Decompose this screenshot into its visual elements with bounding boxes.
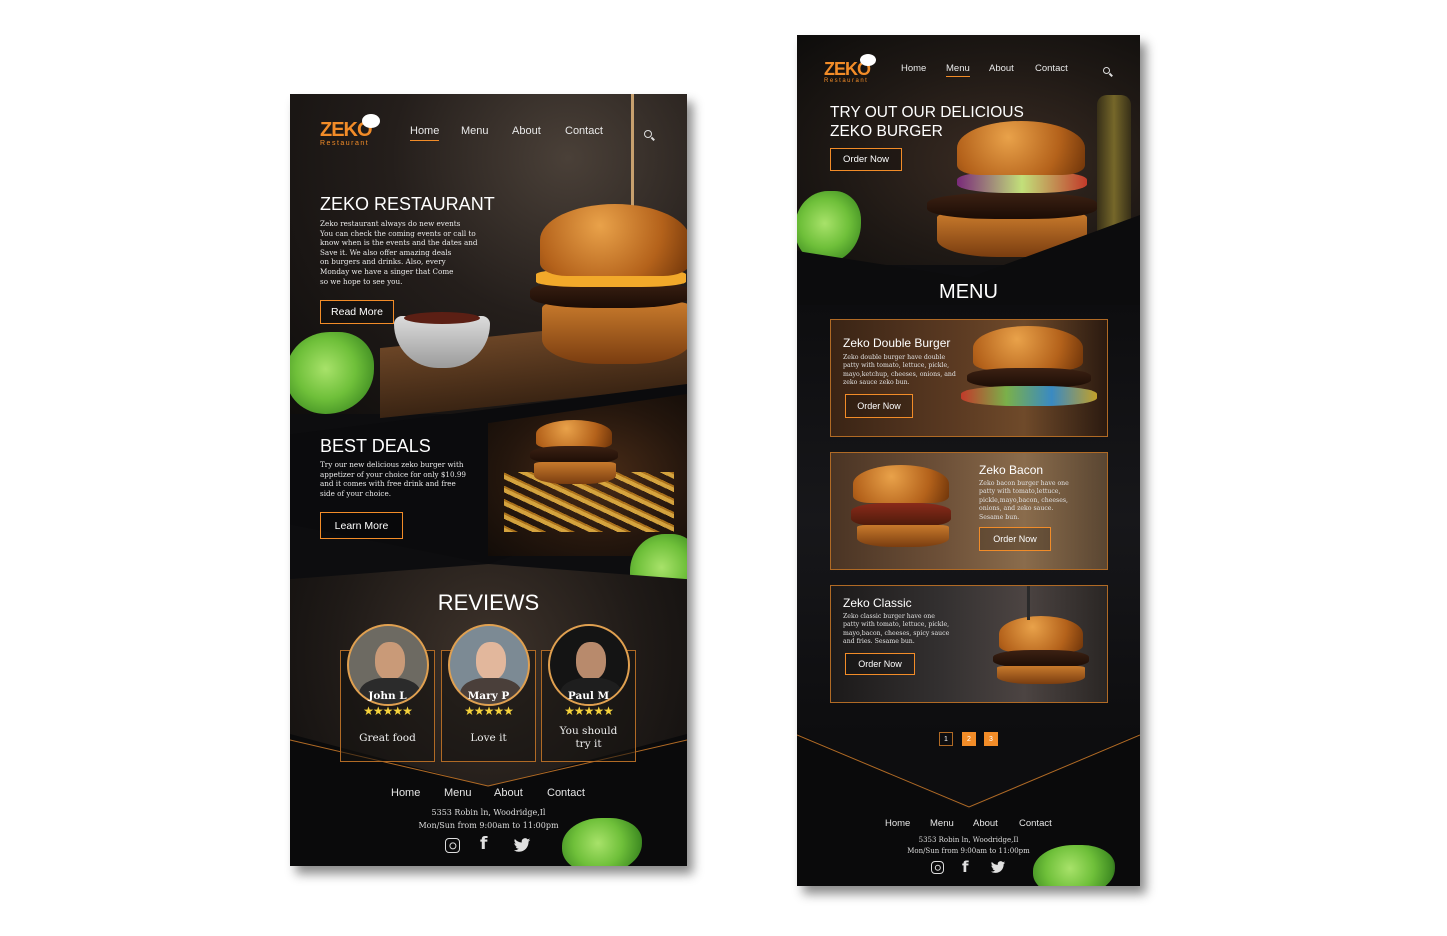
- deals-description: Try our new delicious zeko burger with a…: [320, 460, 466, 498]
- deals-burger-bottom: [534, 462, 616, 484]
- facebook-icon[interactable]: f: [480, 834, 487, 854]
- star-rating: ★★★★★: [363, 704, 413, 718]
- star-rating: ★★★★★: [464, 704, 514, 718]
- order-now-button[interactable]: Order Now: [845, 394, 913, 418]
- order-now-button[interactable]: Order Now: [979, 527, 1051, 551]
- review-text: You should try it: [559, 725, 618, 750]
- nav-menu[interactable]: Menu: [946, 63, 970, 77]
- reviews-title: REVIEWS: [437, 590, 540, 615]
- review-text: Great food: [359, 732, 416, 744]
- footer-link-menu[interactable]: Menu: [930, 818, 954, 829]
- reviewer-name: John L: [368, 690, 407, 702]
- deals-title: BEST DEALS: [320, 436, 431, 456]
- footer-address: 5353 Robin ln, Woodridge,Il: [918, 836, 1019, 844]
- footer-link-menu[interactable]: Menu: [444, 787, 472, 799]
- logo-subtitle: Restaurant: [824, 78, 869, 84]
- lettuce-decoration-footer: [1033, 845, 1115, 886]
- menu-item-description: Zeko classic burger have one patty with …: [843, 613, 950, 646]
- menu-item-title: Zeko Double Burger: [843, 336, 951, 350]
- footer-link-about[interactable]: About: [973, 818, 998, 829]
- hero-title: ZEKO RESTAURANT: [320, 194, 495, 214]
- footer-divider-line: [797, 734, 1140, 808]
- facebook-icon[interactable]: f: [962, 858, 969, 876]
- order-now-button[interactable]: Order Now: [845, 653, 915, 675]
- lettuce-decoration-footer: [562, 818, 642, 866]
- deals-burger-top: [536, 420, 612, 448]
- read-more-button[interactable]: Read More: [320, 300, 394, 324]
- chef-hat-icon: [860, 54, 876, 66]
- nav-contact[interactable]: Contact: [565, 125, 603, 137]
- mobile-home-screen: ZEKO Restaurant Home Menu About Contact …: [290, 94, 687, 866]
- twitter-icon[interactable]: [513, 838, 531, 853]
- hero-order-now-button[interactable]: Order Now: [830, 148, 902, 171]
- nav-menu[interactable]: Menu: [461, 125, 489, 137]
- chef-hat-icon: [362, 114, 380, 128]
- search-icon[interactable]: [644, 130, 652, 138]
- footer-link-contact[interactable]: Contact: [547, 787, 585, 799]
- nav-contact[interactable]: Contact: [1035, 63, 1068, 74]
- menu-item-title: Zeko Bacon: [979, 463, 1044, 477]
- menu-card-classic[interactable]: Zeko Classic Zeko classic burger have on…: [830, 585, 1108, 703]
- reviewer-name: Paul M: [567, 690, 610, 702]
- menu-card-double-burger[interactable]: Zeko Double Burger Zeko double burger ha…: [830, 319, 1108, 437]
- logo-subtitle: Restaurant: [320, 140, 370, 147]
- mobile-menu-screen: ZEKO Restaurant Home Menu About Contact …: [797, 35, 1140, 886]
- review-text: Love it: [470, 732, 507, 744]
- menu-item-description: Zeko bacon burger have one patty with to…: [979, 480, 1069, 521]
- burger-skewer: [631, 94, 634, 214]
- footer-link-home[interactable]: Home: [885, 818, 910, 829]
- learn-more-button[interactable]: Learn More: [320, 512, 403, 539]
- hero-title: TRY OUT OUR DELICIOUS ZEKO BURGER: [830, 104, 1024, 140]
- reviewer-name: Mary P: [467, 690, 510, 702]
- nav-home[interactable]: Home: [901, 63, 926, 74]
- menu-card-bacon[interactable]: Zeko Bacon Zeko bacon burger have one pa…: [830, 452, 1108, 570]
- menu-item-title: Zeko Classic: [843, 596, 912, 610]
- twitter-icon[interactable]: [990, 861, 1006, 874]
- burger-image-patty: [927, 193, 1097, 219]
- search-icon[interactable]: [1103, 67, 1110, 74]
- menu-title: MENU: [939, 281, 998, 303]
- instagram-icon[interactable]: [445, 838, 460, 853]
- nav-about[interactable]: About: [989, 63, 1014, 74]
- menu-item-description: Zeko double burger have double patty wit…: [843, 354, 956, 387]
- star-rating: ★★★★★: [564, 704, 614, 718]
- burger-image-bottom: [542, 302, 687, 364]
- footer-link-about[interactable]: About: [494, 787, 523, 799]
- instagram-icon[interactable]: [931, 861, 944, 874]
- footer-link-contact[interactable]: Contact: [1019, 818, 1052, 829]
- nav-home[interactable]: Home: [410, 125, 440, 141]
- footer-link-home[interactable]: Home: [391, 787, 420, 799]
- nav-about[interactable]: About: [512, 125, 541, 137]
- burger-image-top: [540, 204, 687, 276]
- footer-address: 5353 Robin ln, Woodridge,Il: [431, 808, 546, 817]
- hero-description: Zeko restaurant always do new events You…: [320, 219, 478, 286]
